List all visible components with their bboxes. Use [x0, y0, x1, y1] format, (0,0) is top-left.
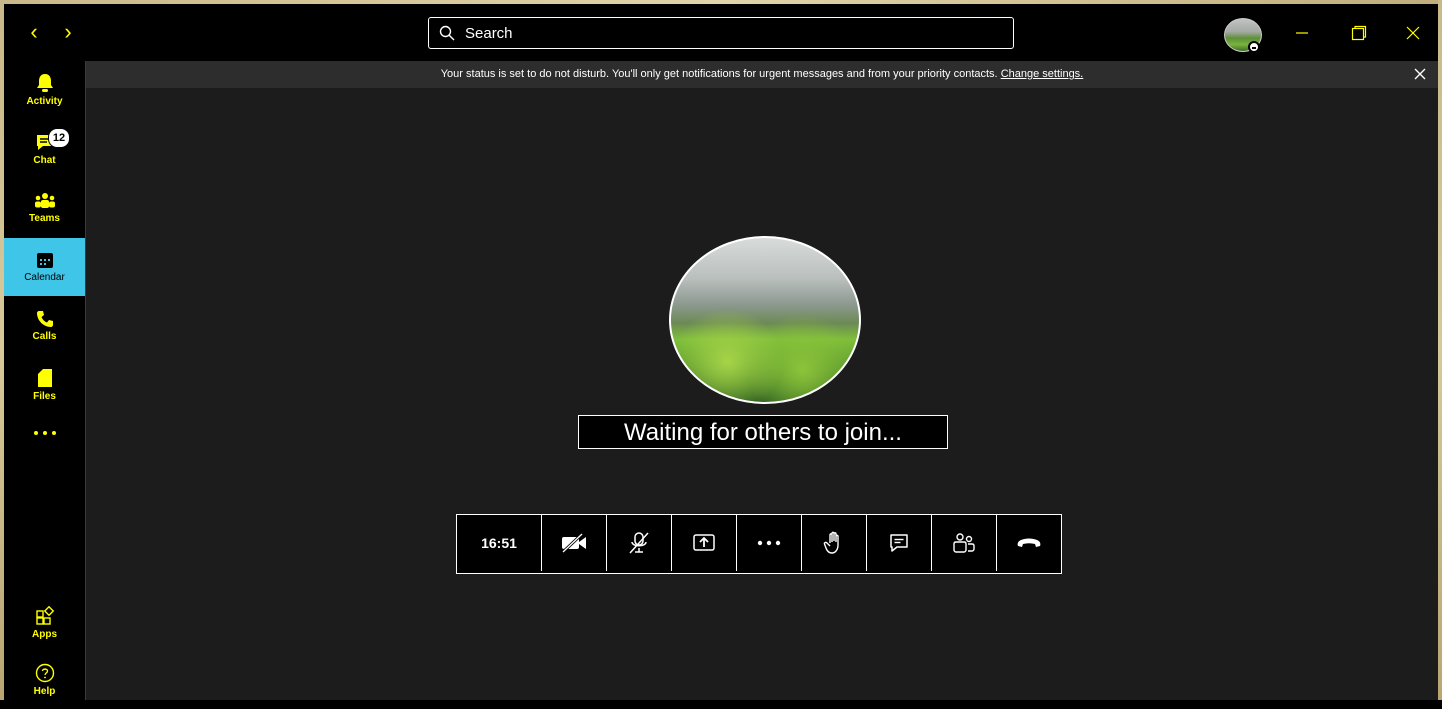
close-icon[interactable]	[1412, 66, 1428, 82]
show-conversation-button[interactable]	[867, 515, 932, 571]
apps-icon	[35, 606, 54, 625]
sidebar-item-chat[interactable]: Chat 12	[4, 120, 85, 178]
more-options-icon	[757, 540, 781, 546]
hang-up-icon	[1017, 538, 1041, 547]
sidebar-item-label: Calls	[32, 331, 57, 342]
raise-hand-button[interactable]	[802, 515, 867, 571]
search-input[interactable]	[463, 23, 987, 43]
sidebar-item-label: Chat	[33, 155, 56, 166]
call-controls-bar: 16:51	[456, 514, 1062, 574]
close-window-icon[interactable]	[1398, 18, 1428, 48]
bell-icon	[36, 74, 53, 92]
waiting-status-text: Waiting for others to join...	[578, 415, 948, 449]
raise-hand-icon	[823, 531, 839, 554]
sidebar-more-apps[interactable]	[4, 413, 85, 453]
sidebar-item-label: Help	[33, 686, 56, 697]
app-sidebar: Activity Chat 12 Teams Calendar Calls Fi…	[4, 61, 86, 700]
file-icon	[37, 369, 52, 387]
dnd-notification-banner: Your status is set to do not disturb. Yo…	[86, 61, 1438, 88]
sidebar-item-label: Teams	[29, 213, 60, 224]
sidebar-item-files[interactable]: Files	[4, 356, 85, 414]
help-icon	[35, 663, 54, 683]
hang-up-button[interactable]	[997, 515, 1061, 571]
more-options-icon	[33, 431, 56, 435]
camera-off-button[interactable]	[542, 515, 607, 571]
sidebar-item-help[interactable]: Help	[4, 651, 85, 709]
mute-button[interactable]	[607, 515, 672, 571]
meeting-stage: Your status is set to do not disturb. Yo…	[86, 61, 1438, 700]
unread-count-badge: 12	[48, 128, 70, 148]
back-arrow-icon[interactable]: ‹	[24, 20, 44, 44]
sidebar-item-calendar[interactable]: Calendar	[4, 238, 85, 296]
more-actions-button[interactable]	[737, 515, 802, 571]
camera-off-icon	[561, 533, 586, 553]
window-frame-right	[1438, 0, 1442, 700]
title-bar: ‹ ›	[4, 4, 1438, 61]
sidebar-item-apps[interactable]: Apps	[4, 594, 85, 652]
conversation-icon	[890, 534, 908, 552]
minimize-icon[interactable]	[1287, 18, 1317, 48]
share-screen-button[interactable]	[672, 515, 737, 571]
search-icon	[439, 25, 455, 41]
search-box[interactable]	[428, 17, 1014, 49]
participant-avatar	[669, 236, 861, 404]
sidebar-item-activity[interactable]: Activity	[4, 61, 85, 119]
sidebar-item-label: Calendar	[24, 272, 65, 283]
phone-icon	[36, 311, 53, 327]
show-participants-button[interactable]	[932, 515, 997, 571]
participants-icon	[953, 533, 975, 553]
sidebar-item-label: Apps	[32, 629, 57, 640]
share-screen-icon	[693, 534, 715, 551]
call-timer: 16:51	[457, 515, 542, 571]
sidebar-item-teams[interactable]: Teams	[4, 179, 85, 237]
calendar-icon	[36, 253, 53, 268]
microphone-off-icon	[629, 532, 649, 554]
forward-arrow-icon[interactable]: ›	[58, 20, 78, 44]
sidebar-item-calls[interactable]: Calls	[4, 297, 85, 355]
teams-icon	[34, 193, 55, 208]
restore-icon[interactable]	[1344, 18, 1374, 48]
sidebar-item-label: Activity	[26, 96, 63, 107]
do-not-disturb-status-icon	[1248, 41, 1260, 53]
banner-message: Your status is set to do not disturb. Yo…	[440, 68, 998, 80]
change-settings-link[interactable]: Change settings.	[1001, 68, 1084, 80]
sidebar-item-label: Files	[33, 391, 56, 402]
